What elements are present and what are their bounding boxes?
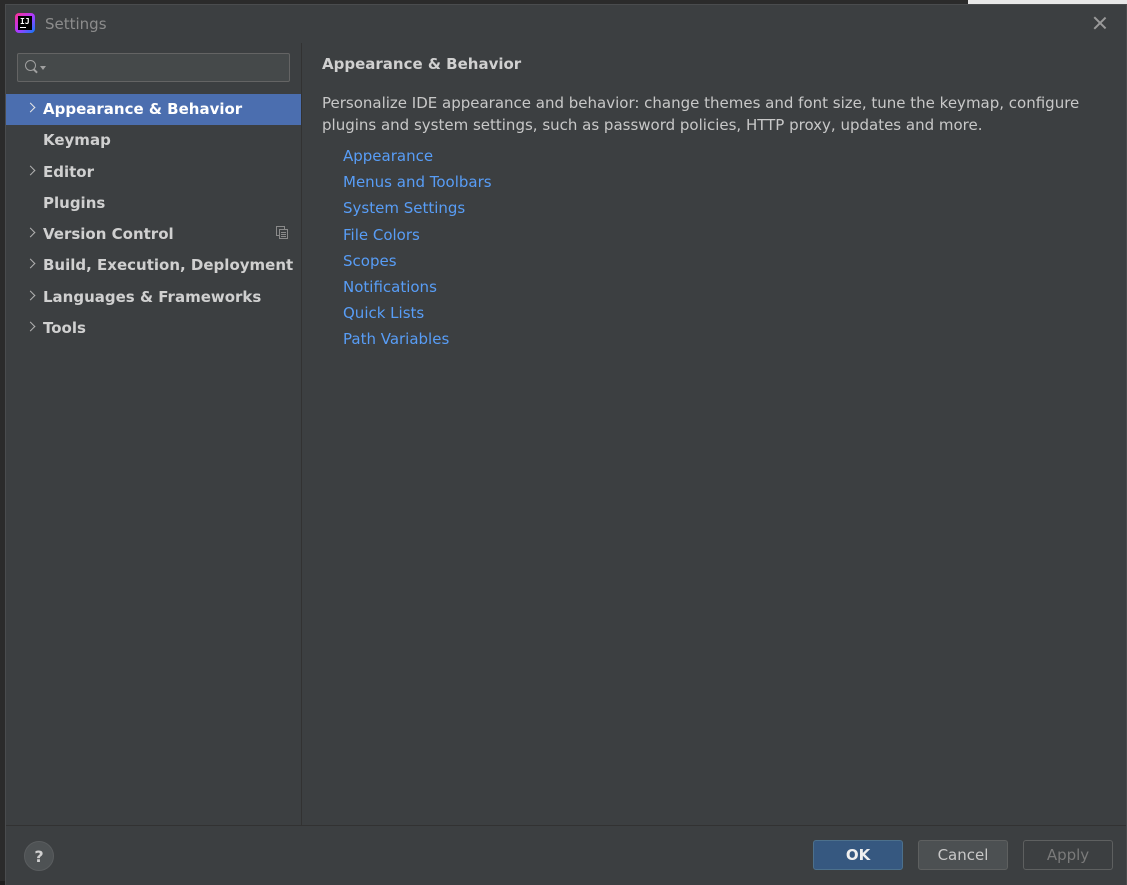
sidebar-item-plugins[interactable]: Plugins <box>6 188 301 219</box>
link-appearance[interactable]: Appearance <box>343 147 492 173</box>
cancel-button[interactable]: Cancel <box>918 840 1008 870</box>
sidebar-item-label: Appearance & Behavior <box>43 100 243 118</box>
sidebar-item-label: Tools <box>43 319 86 338</box>
sidebar-item-build-execution-deployment[interactable]: Build, Execution, Deployment <box>6 250 301 281</box>
settings-tree: Appearance & Behavior Keymap Editor Plug… <box>6 94 301 344</box>
settings-search-box[interactable] <box>17 53 290 82</box>
chevron-right-icon[interactable] <box>25 165 36 176</box>
search-icon[interactable] <box>25 60 39 74</box>
chevron-right-icon[interactable] <box>25 321 36 332</box>
link-scopes[interactable]: Scopes <box>343 252 492 278</box>
project-settings-icon <box>276 226 288 240</box>
sidebar-item-appearance-behavior[interactable]: Appearance & Behavior <box>6 94 301 126</box>
sidebar-item-editor[interactable]: Editor <box>6 157 301 188</box>
sidebar-item-keymap[interactable]: Keymap <box>6 125 301 156</box>
search-options-dropdown-icon[interactable] <box>40 66 46 70</box>
link-file-colors[interactable]: File Colors <box>343 226 492 252</box>
help-icon: ? <box>34 847 44 866</box>
sidebar-item-tools[interactable]: Tools <box>6 313 301 344</box>
sidebar-item-version-control[interactable]: Version Control <box>6 219 301 250</box>
search-input[interactable] <box>48 56 286 79</box>
chevron-right-icon[interactable] <box>25 102 36 113</box>
sidebar-item-label: Build, Execution, Deployment <box>43 256 294 275</box>
link-menus-and-toolbars[interactable]: Menus and Toolbars <box>343 173 492 199</box>
settings-content-panel: Appearance & Behavior Personalize IDE ap… <box>302 43 1126 825</box>
close-icon[interactable] <box>1090 13 1110 33</box>
chevron-right-icon[interactable] <box>25 259 36 269</box>
sidebar-item-label: Keymap <box>43 131 111 150</box>
link-notifications[interactable]: Notifications <box>343 278 492 304</box>
sidebar-item-label: Languages & Frameworks <box>43 287 262 306</box>
ok-button[interactable]: OK <box>813 840 903 870</box>
title-bar: IJ Settings <box>6 5 1126 43</box>
settings-dialog: IJ Settings Appearance & Behavior Keymap… <box>5 4 1127 885</box>
page-title: Appearance & Behavior <box>322 55 522 73</box>
link-system-settings[interactable]: System Settings <box>343 199 492 225</box>
help-button[interactable]: ? <box>24 841 54 871</box>
link-path-variables[interactable]: Path Variables <box>343 330 492 356</box>
settings-sidebar: Appearance & Behavior Keymap Editor Plug… <box>6 43 301 825</box>
sidebar-item-label: Editor <box>43 162 94 181</box>
sidebar-item-languages-frameworks[interactable]: Languages & Frameworks <box>6 282 301 313</box>
dialog-footer: ? OK Cancel Apply <box>6 826 1126 885</box>
dialog-title: Settings <box>45 15 107 33</box>
apply-button[interactable]: Apply <box>1023 840 1113 870</box>
link-quick-lists[interactable]: Quick Lists <box>343 304 492 330</box>
page-description: Personalize IDE appearance and behavior:… <box>322 94 1080 134</box>
chevron-right-icon[interactable] <box>25 227 36 238</box>
subsection-links: Appearance Menus and Toolbars System Set… <box>343 147 492 357</box>
chevron-right-icon[interactable] <box>25 290 36 301</box>
sidebar-item-label: Version Control <box>43 225 174 244</box>
intellij-idea-icon: IJ <box>15 13 35 33</box>
sidebar-item-label: Plugins <box>43 193 106 212</box>
